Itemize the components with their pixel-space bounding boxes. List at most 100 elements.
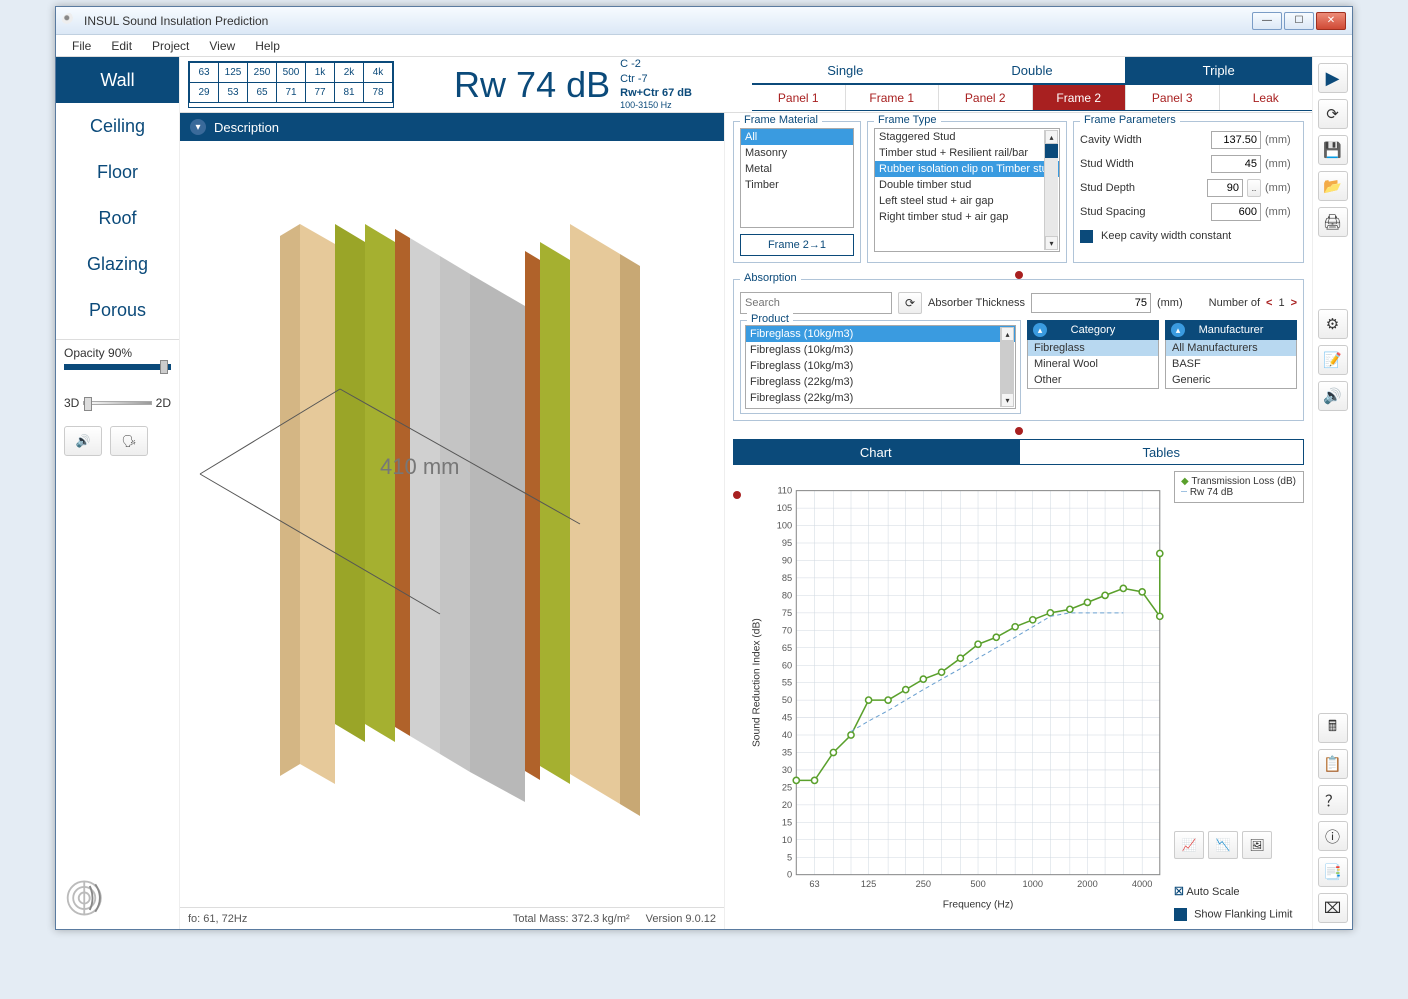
chart-tool-3[interactable]: 🖼 (1242, 831, 1272, 859)
subtab-frame2[interactable]: Frame 2 (1032, 85, 1126, 110)
listener-icon[interactable]: 🗣 (110, 426, 148, 456)
product-list[interactable]: Fibreglass (10kg/m3) Fibreglass (10kg/m3… (745, 325, 1016, 409)
svg-text:50: 50 (782, 695, 792, 705)
menu-edit[interactable]: Edit (101, 37, 142, 55)
frame-type-list[interactable]: Staggered Stud Timber stud + Resilient r… (874, 128, 1060, 252)
svg-text:10: 10 (782, 835, 792, 845)
svg-text:4000: 4000 (1132, 879, 1153, 889)
list-icon[interactable]: 📋 (1318, 749, 1348, 779)
menu-file[interactable]: File (62, 37, 101, 55)
sidebar-glazing[interactable]: Glazing (56, 241, 179, 287)
stud-depth-more[interactable]: .. (1247, 179, 1261, 197)
frame-params-box: Frame Parameters Cavity Width(mm) Stud W… (1073, 121, 1304, 263)
edit-panel-icon[interactable]: 📝 (1318, 345, 1348, 375)
chart-tool-2[interactable]: 📉 (1208, 831, 1238, 859)
clear-icon[interactable]: ⌧ (1318, 893, 1348, 923)
play-icon[interactable]: ▶ (1318, 63, 1348, 93)
frame-type-box: Frame Type Staggered Stud Timber stud + … (867, 121, 1067, 263)
copy-icon[interactable]: 📑 (1318, 857, 1348, 887)
sidebar-porous[interactable]: Porous (56, 287, 179, 333)
svg-text:100: 100 (777, 521, 792, 531)
keep-cavity-checkbox[interactable] (1080, 230, 1093, 243)
frame-material-list[interactable]: All Masonry Metal Timber (740, 128, 854, 228)
close-button[interactable]: ✕ (1316, 12, 1346, 30)
stud-width-input[interactable] (1211, 155, 1261, 173)
num-increase[interactable]: > (1291, 297, 1297, 309)
svg-text:35: 35 (782, 748, 792, 758)
rw-result: Rw 74 dB C -2 Ctr -7 Rw+Ctr 67 dB 100-31… (394, 57, 752, 112)
absorber-thickness-input[interactable] (1031, 293, 1151, 313)
stud-spacing-input[interactable] (1211, 203, 1261, 221)
subtab-frame1[interactable]: Frame 1 (845, 85, 939, 110)
splitter-dot-2[interactable] (1015, 427, 1023, 435)
svg-text:Frequency (Hz): Frequency (Hz) (943, 900, 1014, 911)
category-header[interactable]: ▴Category (1027, 320, 1159, 340)
speaker-icon[interactable]: 🔊 (64, 426, 102, 456)
sidebar-ceiling[interactable]: Ceiling (56, 103, 179, 149)
minimize-button[interactable]: — (1252, 12, 1282, 30)
viewmode-slider[interactable]: 3D 2D (56, 390, 179, 416)
opacity-slider[interactable]: Opacity 90% (56, 339, 179, 376)
svg-text:25: 25 (782, 782, 792, 792)
cavity-width-input[interactable] (1211, 131, 1261, 149)
svg-text:Sound Reduction Index (dB): Sound Reduction Index (dB) (751, 618, 762, 747)
maximize-button[interactable]: ☐ (1284, 12, 1314, 30)
open-icon[interactable]: 📂 (1318, 171, 1348, 201)
absorp-search-input[interactable] (740, 292, 892, 314)
splitter-dot[interactable] (1015, 271, 1023, 279)
manufacturer-header[interactable]: ▴Manufacturer (1165, 320, 1297, 340)
auto-scale-checkbox[interactable]: Auto Scale (1186, 886, 1239, 898)
chart-legend: ◆ Transmission Loss (dB) ┄ Rw 74 dB (1174, 471, 1304, 503)
svg-text:0: 0 (787, 870, 792, 880)
tl-chart: 0510152025303540455055606570758085909510… (747, 471, 1168, 921)
calc-icon[interactable]: 🖩 (1318, 713, 1348, 743)
viz-3d[interactable]: ▾ Description (180, 113, 724, 929)
subtab-leak[interactable]: Leak (1219, 85, 1313, 110)
refresh-icon[interactable]: ⟳ (898, 292, 922, 314)
app-window: INSUL Sound Insulation Prediction — ☐ ✕ … (55, 6, 1353, 930)
sidebar-floor[interactable]: Floor (56, 149, 179, 195)
chevron-down-icon: ▾ (190, 119, 206, 135)
frame-copy-button[interactable]: Frame 2→1 (740, 234, 854, 256)
svg-text:70: 70 (782, 625, 792, 635)
svg-text:1000: 1000 (1022, 879, 1043, 889)
chart-tool-1[interactable]: 📈 (1174, 831, 1204, 859)
print-icon[interactable]: 🖨 (1318, 207, 1348, 237)
stud-depth-input[interactable] (1207, 179, 1243, 197)
sidebar-roof[interactable]: Roof (56, 195, 179, 241)
num-decrease[interactable]: < (1266, 297, 1272, 309)
help-icon[interactable]: ？ (1318, 785, 1348, 815)
tab-double[interactable]: Double (939, 57, 1126, 85)
arrow-up-icon: ▴ (1033, 323, 1047, 337)
subtab-panel3[interactable]: Panel 3 (1125, 85, 1219, 110)
settings-icon[interactable]: ⚙ (1318, 309, 1348, 339)
menu-project[interactable]: Project (142, 37, 199, 55)
menu-help[interactable]: Help (245, 37, 290, 55)
refresh-all-icon[interactable]: ⟳ (1318, 99, 1348, 129)
viewmode-3d-label: 3D (64, 396, 79, 410)
svg-text:2000: 2000 (1077, 879, 1098, 889)
flanking-checkbox[interactable] (1174, 908, 1187, 921)
svg-text:55: 55 (782, 678, 792, 688)
app-icon (62, 13, 78, 29)
menu-view[interactable]: View (199, 37, 245, 55)
audio-icon[interactable]: 🔊 (1318, 381, 1348, 411)
splitter-dot-3[interactable] (733, 491, 741, 499)
description-header[interactable]: ▾ Description (180, 113, 724, 141)
svg-text:250: 250 (916, 879, 931, 889)
chart-tab[interactable]: Chart (733, 439, 1019, 465)
status-bar: fo: 61, 72Hz Total Mass: 372.3 kg/m² Ver… (180, 907, 724, 929)
subtab-panel2[interactable]: Panel 2 (938, 85, 1032, 110)
svg-text:5: 5 (787, 852, 792, 862)
rw-main: Rw 74 dB (454, 64, 610, 106)
svg-text:125: 125 (861, 879, 876, 889)
menubar: File Edit Project View Help (56, 35, 1352, 57)
tables-tab[interactable]: Tables (1019, 439, 1305, 465)
tab-triple[interactable]: Triple (1125, 57, 1312, 85)
tab-single[interactable]: Single (752, 57, 939, 85)
sidebar-wall[interactable]: Wall (56, 57, 179, 103)
save-icon[interactable]: 💾 (1318, 135, 1348, 165)
svg-text:20: 20 (782, 800, 792, 810)
subtab-panel1[interactable]: Panel 1 (752, 85, 845, 110)
info-icon[interactable]: ⓘ (1318, 821, 1348, 851)
